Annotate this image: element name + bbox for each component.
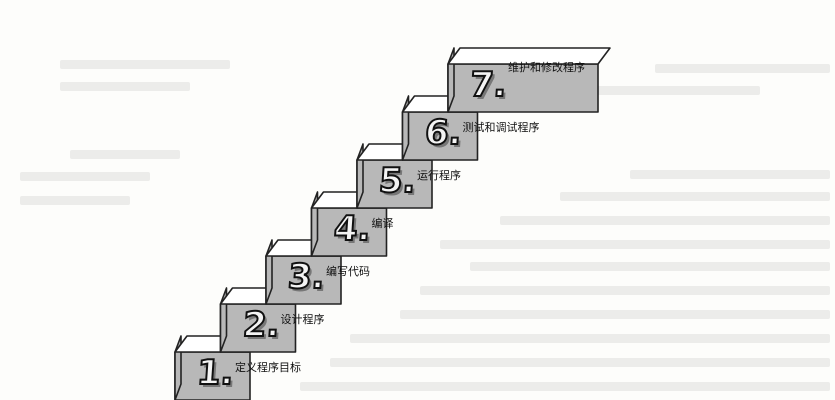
step-label: 测试和调试程序 [462,121,540,134]
step-number: 3. [286,256,327,298]
step-number: 4. [331,208,372,250]
step-number: 1. [195,352,236,394]
step-label: 编写代码 [326,265,370,278]
step-label: 编译 [371,217,394,230]
step-number: 7. [468,64,509,106]
step-number: 5. [377,160,418,202]
step-label: 设计程序 [280,313,325,326]
step-label: 维护和修改程序 [508,61,585,74]
step-label: 运行程序 [417,169,461,182]
step-number: 6. [422,112,463,154]
staircase-diagram: 1. 定义程序目标 2. 设计程序 3. 编写代码 4. 编译 5. 运行程序 6. 测试和调试程序 7… [0,0,835,400]
step-label: 定义程序目标 [235,361,301,374]
step-number: 2. [240,304,281,346]
staircase-graphic [174,47,611,400]
